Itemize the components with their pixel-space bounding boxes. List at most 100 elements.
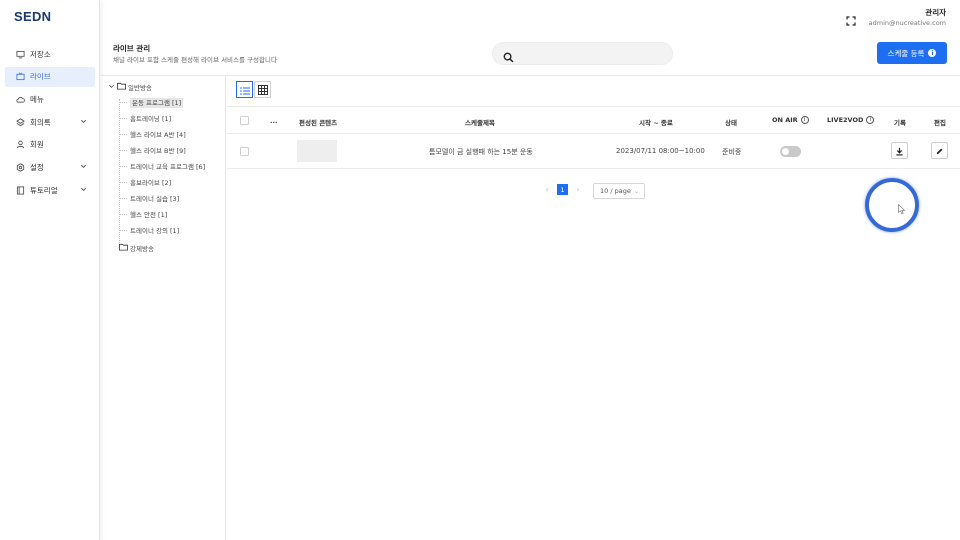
info-icon: i bbox=[928, 49, 937, 57]
tree-node-item[interactable]: 트레이너 실습 [3] bbox=[130, 193, 179, 203]
info-icon[interactable]: i bbox=[800, 116, 809, 124]
tree-node-item[interactable]: 홍보라이브 [2] bbox=[130, 177, 171, 187]
chevron-down-icon bbox=[80, 186, 87, 195]
tree-node-label: 헬스 안전 [1] bbox=[130, 211, 168, 219]
tree-node-label: 트레이너 교육 프로그램 [6] bbox=[130, 163, 206, 171]
content-thumbnail[interactable] bbox=[297, 140, 337, 162]
tree-guide-line bbox=[119, 214, 127, 215]
col-content: 편성된 콘텐츠 bbox=[299, 119, 338, 127]
page-description: 채널 라이브 포함 스케줄 편성해 라이브 서비스를 구성합니다 bbox=[113, 56, 277, 64]
user-name: 관리자 bbox=[925, 8, 946, 17]
table-row[interactable]: 틈모델이 금 실행때 하는 15분 운동 2023/07/11 08:00~10… bbox=[227, 134, 960, 169]
grid-view-button[interactable] bbox=[254, 81, 271, 98]
col-time: 시작 ~ 종료 bbox=[639, 119, 673, 127]
mouse-cursor-icon bbox=[898, 200, 906, 219]
view-toggle bbox=[236, 81, 271, 98]
live-tv-icon bbox=[16, 72, 25, 81]
sidebar-item-label: 저장소 bbox=[30, 49, 51, 59]
page-size-select[interactable]: 10 / page ⌄ bbox=[593, 183, 645, 199]
tree-guide-line bbox=[119, 99, 120, 247]
tree-node-item[interactable]: 헬스 라이브 A반 [4] bbox=[130, 129, 186, 139]
sidebar: SEDN 저장소 라이브 메뉴 회의록 회원 설정 튜토리얼 bbox=[0, 0, 100, 540]
page-size-value: 10 / page bbox=[600, 187, 631, 195]
tree-node-item[interactable]: 헬스 안전 [1] bbox=[130, 209, 167, 219]
search-icon[interactable] bbox=[503, 48, 514, 67]
tree-guide-line bbox=[119, 230, 127, 231]
gear-icon bbox=[16, 163, 25, 172]
col-more[interactable]: ... bbox=[270, 117, 277, 125]
user-profile[interactable]: 관리자 admin@nucreative.com bbox=[869, 7, 946, 27]
tree-node-label: 헬스 라이브 B반 [9] bbox=[130, 147, 186, 155]
on-air-toggle[interactable] bbox=[780, 146, 801, 157]
tree-guide-line bbox=[119, 134, 127, 135]
tree-node-item[interactable]: 운동 프로그램 [1] bbox=[130, 97, 184, 108]
register-schedule-button[interactable]: 스케줄 등록 i bbox=[877, 42, 947, 64]
user-icon bbox=[16, 140, 25, 149]
sidebar-item-label: 회의록 bbox=[30, 117, 51, 127]
page-number[interactable]: 1 bbox=[557, 184, 568, 195]
sidebar-nav: 저장소 라이브 메뉴 회의록 회원 설정 튜토리얼 bbox=[5, 44, 95, 203]
search-input[interactable] bbox=[519, 46, 664, 61]
tree-guide-line bbox=[119, 150, 127, 151]
tree-guide-line bbox=[119, 102, 127, 103]
list-icon bbox=[239, 80, 250, 99]
chevron-down-icon[interactable] bbox=[108, 83, 115, 92]
folder-open-icon bbox=[117, 82, 126, 92]
tree-node-label: 운동 프로그램 [1] bbox=[130, 98, 184, 108]
edit-button[interactable] bbox=[931, 142, 948, 159]
tree-node-label: 홍보라이브 [2] bbox=[130, 179, 172, 187]
tree-guide-line bbox=[119, 182, 127, 183]
sidebar-item-tutorial[interactable]: 튜토리얼 bbox=[5, 180, 95, 200]
tree-node-label: 트레이너 실습 [3] bbox=[130, 195, 180, 203]
schedule-title[interactable]: 틈모델이 금 실행때 하는 15분 운동 bbox=[429, 147, 533, 157]
sidebar-item-menu[interactable]: 메뉴 bbox=[5, 89, 95, 109]
tree-guide-line bbox=[119, 166, 127, 167]
cloud-icon bbox=[16, 95, 25, 104]
tree-node-item[interactable]: 헬스 라이브 B반 [9] bbox=[130, 145, 186, 155]
book-icon bbox=[16, 186, 25, 195]
list-view-button[interactable] bbox=[236, 81, 253, 98]
tree-node-general[interactable]: 일반방송 bbox=[108, 82, 152, 92]
page-title: 라이브 관리 bbox=[113, 44, 151, 53]
register-schedule-label: 스케줄 등록 bbox=[887, 48, 925, 58]
select-all-checkbox[interactable] bbox=[240, 116, 249, 125]
search-bar[interactable] bbox=[492, 42, 673, 65]
sidebar-item-live[interactable]: 라이브 bbox=[5, 66, 95, 87]
tree-node-label: 트레이너 강의 [1] bbox=[130, 227, 180, 235]
sidebar-item-settings[interactable]: 설정 bbox=[5, 157, 95, 177]
content-divider bbox=[101, 75, 960, 76]
chevron-down-icon bbox=[80, 118, 87, 127]
user-email: admin@nucreative.com bbox=[868, 19, 946, 27]
tree-node-forced[interactable]: 강제방송 bbox=[119, 243, 154, 253]
col-record: 기록 bbox=[894, 119, 906, 127]
info-icon[interactable]: i bbox=[866, 116, 875, 124]
next-page-icon[interactable]: › bbox=[572, 185, 584, 194]
prev-page-icon[interactable]: ‹ bbox=[541, 185, 553, 194]
schedule-status: 준비중 bbox=[722, 148, 742, 156]
sidebar-item-minutes[interactable]: 회의록 bbox=[5, 112, 95, 132]
sidebar-item-storage[interactable]: 저장소 bbox=[5, 44, 95, 64]
pagination: ‹ 1 › bbox=[541, 184, 584, 195]
grid-icon bbox=[257, 80, 268, 99]
col-live2vod-label: LIVE2VOD bbox=[827, 116, 864, 124]
download-icon bbox=[895, 141, 904, 160]
tree-guide-line bbox=[119, 198, 127, 199]
brand-logo[interactable]: SEDN bbox=[14, 9, 51, 24]
tree-node-item[interactable]: 트레이너 교육 프로그램 [6] bbox=[130, 161, 205, 171]
fullscreen-icon[interactable] bbox=[846, 11, 856, 26]
col-live2vod: LIVE2VOD i bbox=[827, 116, 875, 124]
tree-guide-line bbox=[119, 118, 127, 119]
table-header: ... 편성된 콘텐츠 스케줄제목 시작 ~ 종료 상태 ON AIR i LIV… bbox=[227, 106, 960, 134]
col-status: 상태 bbox=[725, 119, 737, 127]
schedule-time: 2023/07/11 08:00~10:00 bbox=[616, 147, 705, 155]
col-on-air-label: ON AIR bbox=[772, 116, 798, 124]
sidebar-item-members[interactable]: 회원 bbox=[5, 135, 95, 155]
tree-node-item[interactable]: 홈트레이닝 [1] bbox=[130, 113, 171, 123]
sidebar-item-label: 회원 bbox=[30, 140, 44, 150]
folder-icon bbox=[119, 243, 128, 253]
row-checkbox[interactable] bbox=[240, 147, 249, 156]
tree-node-item[interactable]: 트레이너 강의 [1] bbox=[130, 225, 179, 235]
sidebar-item-label: 튜토리얼 bbox=[30, 185, 58, 195]
download-record-button[interactable] bbox=[891, 142, 908, 159]
col-on-air: ON AIR i bbox=[772, 116, 809, 124]
